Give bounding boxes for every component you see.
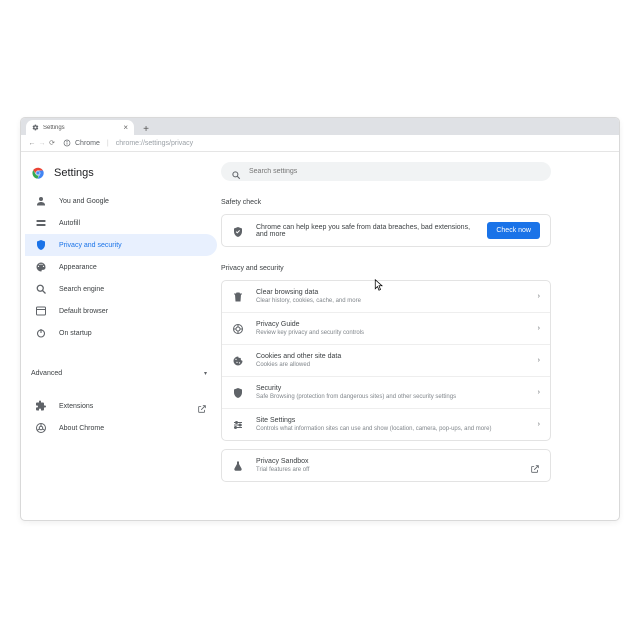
shield-check-icon bbox=[232, 225, 244, 237]
privacy-heading: Privacy and security bbox=[221, 265, 579, 272]
sidebar-item-search-engine[interactable]: Search engine bbox=[25, 278, 217, 300]
privacy-guide-icon bbox=[232, 323, 244, 335]
address-path: chrome://settings/privacy bbox=[116, 140, 193, 147]
sidebar-item-label: Autofill bbox=[59, 220, 80, 227]
sidebar-item-label: Extensions bbox=[59, 403, 93, 410]
advanced-label: Advanced bbox=[31, 370, 62, 377]
safety-check-message: Chrome can help keep you safe from data … bbox=[256, 224, 475, 238]
privacy-sandbox-card: Privacy SandboxTrial features are off bbox=[221, 449, 551, 482]
sidebar-item-label: You and Google bbox=[59, 198, 109, 205]
chevron-right-icon: › bbox=[538, 421, 540, 428]
row-clear-browsing-data[interactable]: Clear browsing dataClear history, cookie… bbox=[222, 281, 550, 312]
search-input[interactable] bbox=[249, 168, 541, 175]
flask-icon bbox=[232, 460, 244, 472]
chrome-logo-icon bbox=[31, 166, 45, 180]
extension-icon bbox=[35, 400, 47, 412]
open-in-new-icon bbox=[197, 401, 207, 411]
sidebar-item-extensions[interactable]: Extensions bbox=[25, 395, 217, 417]
address-host: Chrome bbox=[75, 140, 100, 147]
sidebar-advanced-toggle[interactable]: Advanced ▾ bbox=[25, 364, 217, 383]
chevron-right-icon: › bbox=[538, 325, 540, 332]
close-icon[interactable]: × bbox=[123, 124, 128, 132]
toolbar: ← → ⟳ Chrome | chrome://settings/privacy bbox=[21, 135, 619, 152]
content: Settings You and Google Autofill Privacy… bbox=[21, 152, 619, 520]
new-tab-button[interactable]: + bbox=[140, 123, 152, 135]
row-cookies[interactable]: Cookies and other site dataCookies are a… bbox=[222, 344, 550, 376]
security-icon bbox=[232, 387, 244, 399]
address-bar[interactable]: Chrome | chrome://settings/privacy bbox=[63, 139, 193, 147]
sidebar: Settings You and Google Autofill Privacy… bbox=[21, 152, 221, 520]
search-icon bbox=[231, 167, 241, 177]
sidebar-item-autofill[interactable]: Autofill bbox=[25, 212, 217, 234]
row-security[interactable]: SecuritySafe Browsing (protection from d… bbox=[222, 376, 550, 408]
sidebar-item-label: Default browser bbox=[59, 308, 108, 315]
chevron-right-icon: › bbox=[538, 293, 540, 300]
open-in-new-icon bbox=[530, 461, 540, 471]
chevron-right-icon: › bbox=[538, 357, 540, 364]
row-privacy-guide[interactable]: Privacy GuideReview key privacy and secu… bbox=[222, 312, 550, 344]
cookie-icon bbox=[232, 355, 244, 367]
row-site-settings[interactable]: Site SettingsControls what information s… bbox=[222, 408, 550, 440]
main: Safety check Chrome can help keep you sa… bbox=[221, 152, 619, 520]
chevron-down-icon: ▾ bbox=[204, 370, 207, 377]
sliders-icon bbox=[232, 419, 244, 431]
chevron-right-icon: › bbox=[538, 389, 540, 396]
safety-check-heading: Safety check bbox=[221, 199, 579, 206]
search-icon bbox=[35, 283, 47, 295]
search-settings[interactable] bbox=[221, 162, 551, 181]
back-button[interactable]: ← bbox=[27, 140, 37, 147]
sidebar-item-on-startup[interactable]: On startup bbox=[25, 322, 217, 344]
privacy-card: Clear browsing dataClear history, cookie… bbox=[221, 280, 551, 441]
browser-window: Settings × + ← → ⟳ Chrome | chrome://set… bbox=[20, 117, 620, 521]
tab-title: Settings bbox=[43, 125, 123, 131]
reload-button[interactable]: ⟳ bbox=[47, 139, 57, 147]
power-icon bbox=[35, 327, 47, 339]
autofill-icon bbox=[35, 217, 47, 229]
sidebar-item-privacy-and-security[interactable]: Privacy and security bbox=[25, 234, 217, 256]
gear-icon bbox=[32, 124, 39, 131]
sidebar-item-appearance[interactable]: Appearance bbox=[25, 256, 217, 278]
tab-settings[interactable]: Settings × bbox=[26, 120, 134, 135]
sidebar-item-label: Appearance bbox=[59, 264, 97, 271]
sidebar-item-label: About Chrome bbox=[59, 425, 104, 432]
person-icon bbox=[35, 195, 47, 207]
browser-icon bbox=[35, 305, 47, 317]
palette-icon bbox=[35, 261, 47, 273]
forward-button[interactable]: → bbox=[37, 140, 47, 147]
tab-strip: Settings × + bbox=[21, 118, 619, 135]
sidebar-item-label: Privacy and security bbox=[59, 242, 122, 249]
sidebar-item-label: Search engine bbox=[59, 286, 104, 293]
safety-check-card: Chrome can help keep you safe from data … bbox=[221, 214, 551, 247]
sidebar-item-about-chrome[interactable]: About Chrome bbox=[25, 417, 217, 439]
sidebar-item-label: On startup bbox=[59, 330, 92, 337]
shield-icon bbox=[35, 239, 47, 251]
trash-icon bbox=[232, 291, 244, 303]
check-now-button[interactable]: Check now bbox=[487, 222, 540, 239]
chrome-outline-icon bbox=[35, 422, 47, 434]
site-info-icon[interactable] bbox=[63, 139, 71, 147]
row-privacy-sandbox[interactable]: Privacy SandboxTrial features are off bbox=[222, 450, 550, 481]
page-title: Settings bbox=[54, 167, 94, 179]
sidebar-item-default-browser[interactable]: Default browser bbox=[25, 300, 217, 322]
sidebar-item-you-and-google[interactable]: You and Google bbox=[25, 190, 217, 212]
